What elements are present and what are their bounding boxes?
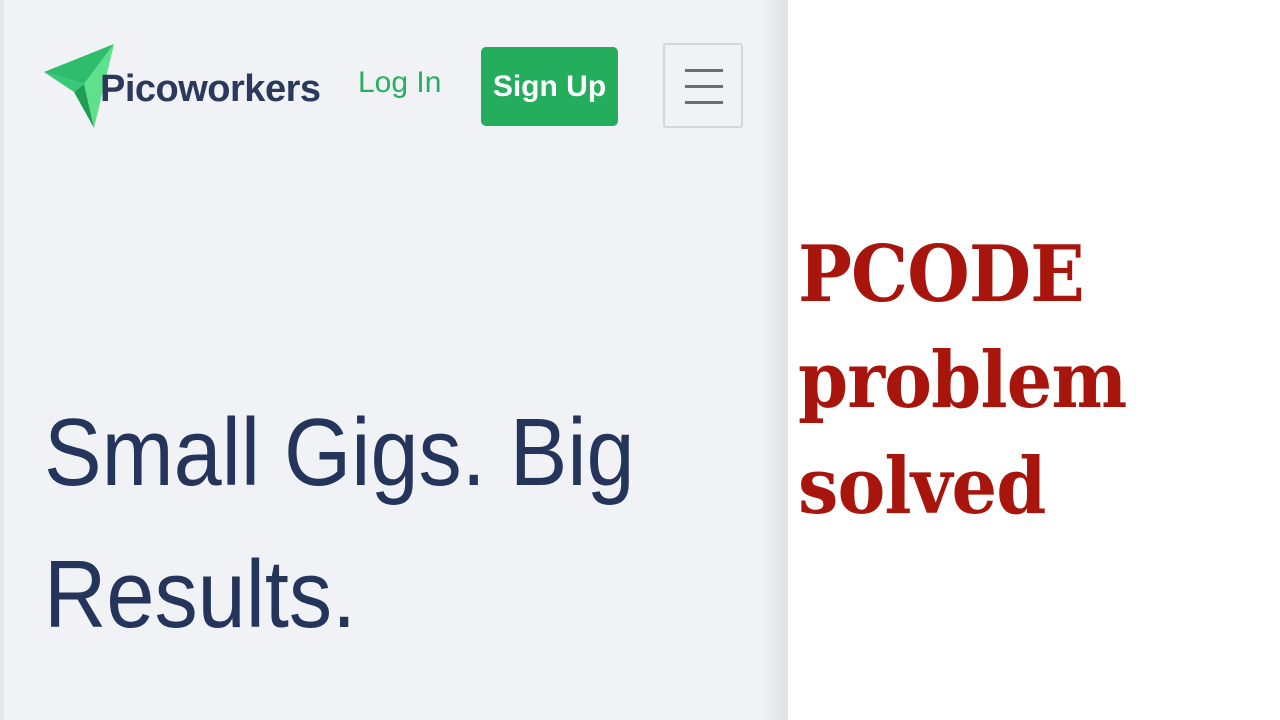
caption-line-3: solved	[798, 441, 1046, 532]
hero-title-line-1: Small Gigs. Big	[44, 399, 635, 506]
signup-button[interactable]: Sign Up	[481, 47, 618, 126]
hero-title: Small Gigs. Big Results.	[44, 382, 674, 666]
caption-text: PCODE problem solved	[798, 222, 1127, 540]
navbar: Picoworkers Log In Sign Up	[0, 0, 788, 170]
caption-line-2: problem	[798, 335, 1127, 426]
website-screenshot: Picoworkers Log In Sign Up Small Gigs. B…	[0, 0, 788, 720]
caption-panel: PCODE problem solved	[788, 0, 1280, 720]
thumbnail-frame: Picoworkers Log In Sign Up Small Gigs. B…	[0, 0, 1280, 720]
caption-line-1: PCODE	[798, 229, 1085, 320]
login-link[interactable]: Log In	[358, 66, 441, 100]
hero-title-line-2: Results.	[44, 541, 357, 648]
logo-text: Picoworkers	[100, 68, 321, 110]
menu-toggle-button[interactable]	[663, 43, 743, 128]
logo-link[interactable]: Picoworkers	[44, 44, 321, 132]
